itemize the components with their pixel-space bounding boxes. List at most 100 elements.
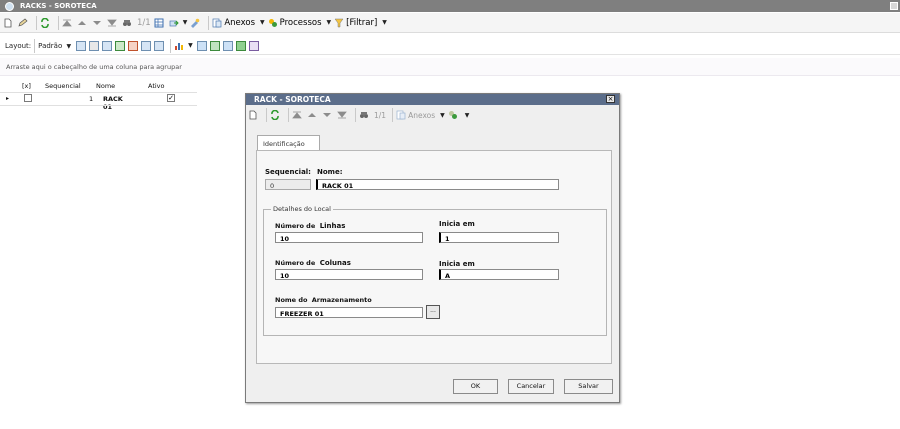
new-button[interactable] [3,15,15,31]
armazenamento-field[interactable]: FREEZER 01 [275,307,423,318]
tools-icon [191,18,200,28]
inicia-colunas-field[interactable]: A [439,269,559,280]
columns-icon[interactable] [102,40,113,51]
toolbar-separator [392,108,394,122]
rack-dialog: RACK - SOROTECA × 1/1 Anexos ▼ ▼ Identif… [245,93,620,403]
grid-view-icon [154,18,164,27]
row-select-checkbox[interactable] [24,94,32,102]
linhas-label-prefix: Número de [275,222,316,230]
tools-button[interactable] [190,15,202,31]
inicia-linhas-label: Inicia em [439,220,475,228]
up-arrow-icon [308,113,316,117]
up-arrow-icon [78,20,86,25]
dialog-first-button[interactable] [292,107,304,123]
refresh-button[interactable] [40,15,52,31]
print-icon[interactable] [141,40,152,51]
copy-layout-icon[interactable] [89,40,100,51]
export-icon [169,20,179,26]
armazenamento-label-suffix: Armazenamento [311,296,372,304]
anexos-button[interactable]: Anexos [212,15,255,31]
edit-button[interactable] [18,15,30,31]
previous-record-button[interactable] [77,15,89,31]
new-document-icon [4,18,12,27]
cancelar-button[interactable]: Cancelar [508,379,554,394]
layout-selector[interactable]: Padrão ▼ [38,42,71,50]
toolbar-separator [34,38,36,53]
row-indicator-icon: ▸ [6,95,10,102]
inicia-linhas-field[interactable]: 1 [439,232,559,243]
linhas-label-suffix: Linhas [319,222,346,230]
toolbar-separator [58,15,59,30]
dialog-next-button[interactable] [322,107,334,123]
browse-button[interactable]: ... [426,305,440,319]
preview-icon[interactable] [154,40,165,51]
export-excel-icon[interactable] [115,40,126,51]
sequencial-field[interactable]: 0 [265,179,311,190]
chevron-down-icon: ▼ [182,19,188,26]
filtrar-dropdown[interactable]: ▼ [382,15,387,31]
dialog-refresh-button[interactable] [270,107,282,123]
tab-identificacao[interactable]: Identificação [257,135,320,150]
filtrar-label: [Filtrar] [346,17,378,28]
dialog-title: RACK - SOROTECA [254,95,331,104]
column-header-select[interactable]: [x] [22,82,31,90]
dialog-previous-button[interactable] [307,107,319,123]
next-record-button[interactable] [92,15,104,31]
attachment-icon [212,18,222,27]
close-button[interactable]: × [606,95,615,103]
inicia-colunas-label: Inicia em [439,260,475,268]
anexos-dropdown[interactable]: ▼ [260,15,265,31]
window-icon[interactable] [196,40,207,51]
green-sheet-icon[interactable] [209,40,220,51]
minimize-button[interactable] [890,2,898,10]
last-icon [107,19,117,26]
dialog-processes-dropdown[interactable]: ▼ [465,107,470,123]
numero-colunas-field[interactable]: 10 [275,269,423,280]
column-header-sequencial[interactable]: Sequencial [45,82,81,90]
nome-field[interactable]: RACK 01 [316,179,559,190]
refresh-icon [41,17,49,28]
last-icon [337,111,347,119]
processos-button[interactable]: Processos [268,15,322,31]
colunas-label-suffix: Colunas [319,259,351,267]
dialog-title-bar: RACK - SOROTECA [246,94,619,105]
column-header-nome[interactable]: Nome [96,82,115,90]
dialog-anexos-button[interactable]: Anexos [396,107,435,123]
first-record-button[interactable] [62,15,74,31]
chevron-down-icon[interactable]: ▼ [188,42,193,49]
save-layout-icon[interactable] [76,40,87,51]
dialog-new-button[interactable] [248,107,260,123]
layout-label: Layout: [5,41,32,50]
ok-button[interactable]: OK [453,379,498,394]
search-button[interactable] [122,15,134,31]
down-arrow-icon [323,113,331,117]
export-button[interactable]: ▼ [169,15,188,31]
table-icon[interactable] [222,40,233,51]
group-by-area[interactable]: Arraste aqui o cabeçalho de uma coluna p… [0,58,900,76]
grid-green-icon[interactable] [235,40,246,51]
last-record-button[interactable] [107,15,119,31]
numero-linhas-field[interactable]: 10 [275,232,423,243]
dialog-anexos-dropdown[interactable]: ▼ [440,107,445,123]
import-icon[interactable] [128,40,139,51]
detalhes-local-group: Detalhes do Local Número de Linhas 10 In… [263,205,607,336]
dialog-last-button[interactable] [337,107,349,123]
dialog-search-button[interactable] [359,107,371,123]
dialog-processes-button[interactable] [448,107,460,123]
filter-icon [334,18,344,27]
chart-icon[interactable] [174,41,184,51]
dialog-pager-text: 1/1 [374,110,387,120]
column-header-ativo[interactable]: Ativo [148,82,165,90]
header-divider [0,92,197,93]
filtrar-button[interactable]: [Filtrar] [334,15,377,31]
processes-icon [448,111,457,119]
pager-text: 1/1 [137,17,151,28]
attachment-icon [396,110,406,120]
processos-dropdown[interactable]: ▼ [327,15,332,31]
text-a-icon[interactable] [248,40,259,51]
salvar-button[interactable]: Salvar [564,379,613,394]
row-ativo-checkbox[interactable]: ✓ [167,94,175,102]
grid-view-button[interactable] [154,15,166,31]
row-divider [0,105,197,106]
identificacao-panel: Sequencial: 0 Nome: RACK 01 Detalhes do … [256,150,612,364]
